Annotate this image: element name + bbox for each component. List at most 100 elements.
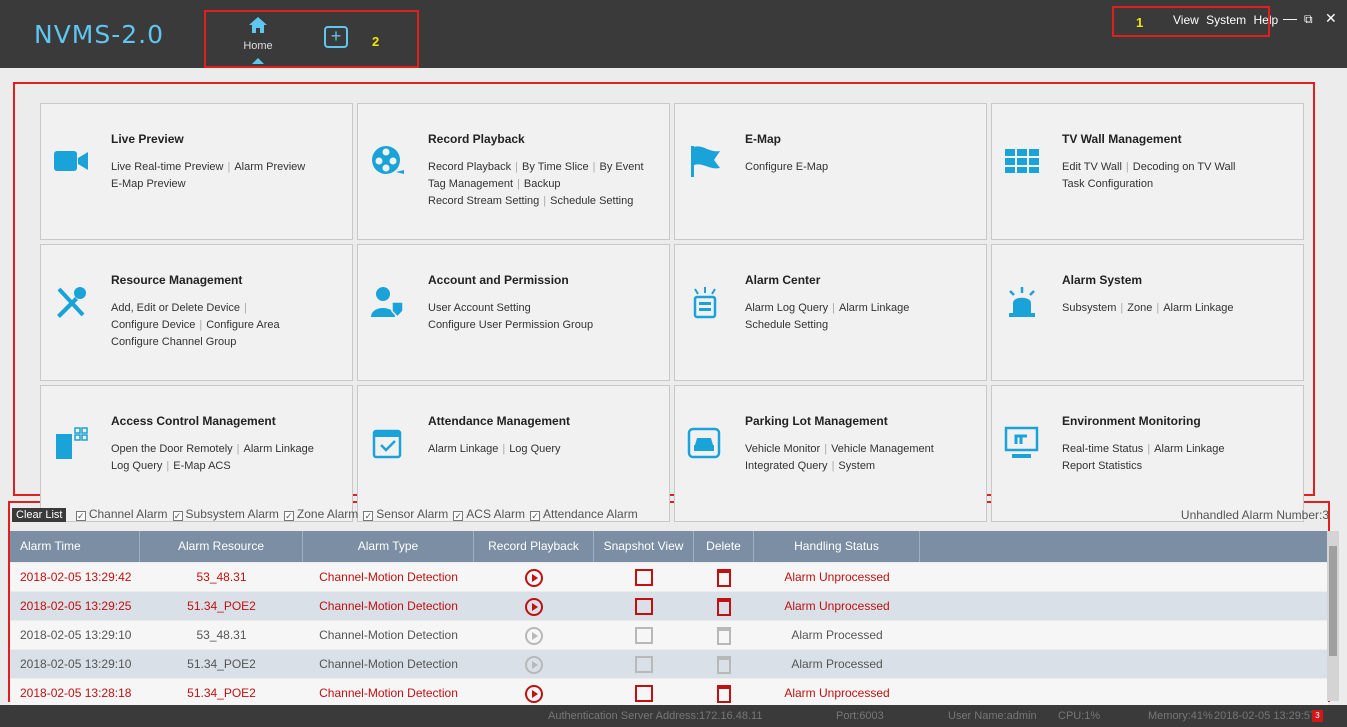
module-link[interactable]: Open the Door Remotely bbox=[111, 443, 233, 455]
module-link[interactable]: E-Map ACS bbox=[173, 460, 230, 472]
trash-icon[interactable] bbox=[717, 597, 731, 616]
module-link[interactable]: Add, Edit or Delete Device bbox=[111, 302, 240, 314]
module-title[interactable]: Alarm Center bbox=[745, 273, 820, 287]
trash-icon[interactable] bbox=[717, 568, 731, 587]
column-header[interactable]: Handling Status bbox=[754, 531, 920, 562]
module-link[interactable]: Schedule Setting bbox=[550, 195, 633, 207]
module-link[interactable]: Log Query bbox=[111, 460, 162, 472]
minimize-icon[interactable]: — bbox=[1283, 10, 1297, 26]
module-link[interactable]: Configure User Permission Group bbox=[428, 319, 593, 331]
trash-icon[interactable] bbox=[717, 655, 731, 674]
close-icon[interactable]: ✕ bbox=[1325, 10, 1337, 27]
module-link[interactable]: By Event bbox=[600, 161, 644, 173]
module-card-live-preview[interactable]: Live Preview Live Real-time Preview | Alarm… bbox=[40, 103, 353, 240]
module-title[interactable]: Environment Monitoring bbox=[1062, 414, 1201, 428]
module-link[interactable]: Tag Management bbox=[428, 178, 513, 190]
snapshot-icon[interactable] bbox=[635, 685, 653, 703]
table-row[interactable]: 2018-02-05 13:28:18 51.34_POE2 Channel-Mot… bbox=[10, 679, 1328, 707]
table-row[interactable]: 2018-02-05 13:29:42 53_48.31 Channel-Motio… bbox=[10, 563, 1328, 591]
menu-view[interactable]: View bbox=[1173, 13, 1199, 27]
module-card-e-map[interactable]: E-Map Configure E-Map bbox=[674, 103, 987, 240]
module-title[interactable]: E-Map bbox=[745, 132, 781, 146]
module-link[interactable]: Vehicle Monitor bbox=[745, 443, 820, 455]
play-icon[interactable] bbox=[525, 684, 543, 703]
table-scrollbar-thumb[interactable] bbox=[1329, 546, 1337, 656]
play-icon[interactable] bbox=[525, 597, 543, 616]
module-title[interactable]: Resource Management bbox=[111, 273, 242, 287]
module-link[interactable]: Record Stream Setting bbox=[428, 195, 539, 207]
module-link[interactable]: Record Playback bbox=[428, 161, 511, 173]
table-row[interactable]: 2018-02-05 13:29:25 51.34_POE2 Channel-Mot… bbox=[10, 592, 1328, 620]
filter-checkbox-zone-alarm[interactable]: ✓ Zone Alarm bbox=[283, 507, 358, 521]
module-title[interactable]: Attendance Management bbox=[428, 414, 570, 428]
module-link[interactable]: E-Map Preview bbox=[111, 178, 186, 190]
module-link[interactable]: Alarm Log Query bbox=[745, 302, 828, 314]
module-link[interactable]: Alarm Linkage bbox=[1163, 302, 1233, 314]
module-link[interactable]: Configure Channel Group bbox=[111, 336, 236, 348]
module-card-environment-monitoring[interactable]: Environment Monitoring Real-time Status | A… bbox=[991, 385, 1304, 522]
column-header[interactable]: Alarm Type bbox=[303, 531, 474, 562]
module-card-alarm-system[interactable]: Alarm System Subsystem | Zone | Alarm Linkage bbox=[991, 244, 1304, 381]
module-title[interactable]: Account and Permission bbox=[428, 273, 569, 287]
tab-home[interactable]: Home bbox=[230, 14, 286, 64]
menu-system[interactable]: System bbox=[1206, 13, 1246, 27]
module-title[interactable]: Alarm System bbox=[1062, 273, 1142, 287]
module-link[interactable]: Report Statistics bbox=[1062, 460, 1142, 472]
play-icon[interactable] bbox=[525, 568, 543, 587]
filter-checkbox-attendance-alarm[interactable]: ✓ Attendance Alarm bbox=[529, 507, 638, 521]
module-link[interactable]: User Account Setting bbox=[428, 302, 531, 314]
snapshot-icon[interactable] bbox=[635, 627, 653, 645]
module-link[interactable]: Live Real-time Preview bbox=[111, 161, 223, 173]
filter-checkbox-acs-alarm[interactable]: ✓ ACS Alarm bbox=[453, 507, 525, 521]
clear-list-button[interactable]: Clear List bbox=[12, 508, 67, 522]
module-title[interactable]: Parking Lot Management bbox=[745, 414, 888, 428]
table-row[interactable]: 2018-02-05 13:29:10 53_48.31 Channel-Motio… bbox=[10, 621, 1328, 649]
module-link[interactable]: Alarm Linkage bbox=[428, 443, 498, 455]
module-card-parking-lot-management[interactable]: Parking Lot Management Vehicle Monitor | Ve… bbox=[674, 385, 987, 522]
module-link[interactable]: Alarm Linkage bbox=[839, 302, 909, 314]
restore-icon[interactable]: ⧉ bbox=[1304, 12, 1313, 27]
module-link[interactable]: Alarm Preview bbox=[234, 161, 305, 173]
module-title[interactable]: TV Wall Management bbox=[1062, 132, 1182, 146]
module-link[interactable]: Backup bbox=[524, 178, 561, 190]
menu-help[interactable]: Help bbox=[1254, 13, 1279, 27]
trash-icon[interactable] bbox=[717, 684, 731, 703]
module-card-account-and-permission[interactable]: Account and Permission User Account Setti… bbox=[357, 244, 670, 381]
module-link[interactable]: Configure Device bbox=[111, 319, 195, 331]
module-link[interactable]: Decoding on TV Wall bbox=[1133, 161, 1236, 173]
column-header[interactable]: Alarm Time bbox=[10, 531, 140, 562]
filter-checkbox-channel-alarm[interactable]: ✓ Channel Alarm bbox=[75, 507, 168, 521]
column-header[interactable]: Snapshot View bbox=[594, 531, 694, 562]
filter-checkbox-subsystem-alarm[interactable]: ✓ Subsystem Alarm bbox=[172, 507, 279, 521]
module-card-resource-management[interactable]: Resource Management Add, Edit or Delete D… bbox=[40, 244, 353, 381]
module-link[interactable]: Edit TV Wall bbox=[1062, 161, 1122, 173]
module-title[interactable]: Record Playback bbox=[428, 132, 525, 146]
trash-icon[interactable] bbox=[717, 626, 731, 645]
column-header[interactable]: Record Playback bbox=[474, 531, 594, 562]
module-link[interactable]: Alarm Linkage bbox=[1154, 443, 1224, 455]
module-link[interactable]: System bbox=[838, 460, 875, 472]
snapshot-icon[interactable] bbox=[635, 569, 653, 587]
play-icon[interactable] bbox=[525, 655, 543, 674]
column-header[interactable]: Delete bbox=[694, 531, 754, 562]
add-tab-button[interactable]: + bbox=[324, 26, 348, 48]
play-icon[interactable] bbox=[525, 626, 543, 645]
module-link[interactable]: By Time Slice bbox=[522, 161, 589, 173]
module-link[interactable]: Log Query bbox=[509, 443, 560, 455]
module-link[interactable]: Integrated Query bbox=[745, 460, 828, 472]
module-link[interactable]: Task Configuration bbox=[1062, 178, 1153, 190]
module-title[interactable]: Access Control Management bbox=[111, 414, 276, 428]
module-link[interactable]: Configure E-Map bbox=[745, 161, 828, 173]
module-link[interactable]: Real-time Status bbox=[1062, 443, 1143, 455]
table-row[interactable]: 2018-02-05 13:29:10 51.34_POE2 Channel-Mot… bbox=[10, 650, 1328, 678]
snapshot-icon[interactable] bbox=[635, 656, 653, 674]
snapshot-icon[interactable] bbox=[635, 598, 653, 616]
module-card-tv-wall-management[interactable]: TV Wall Management Edit TV Wall | Decoding … bbox=[991, 103, 1304, 240]
module-link[interactable]: Zone bbox=[1127, 302, 1152, 314]
module-card-attendance-management[interactable]: Attendance Management Alarm Linkage | Log Q… bbox=[357, 385, 670, 522]
module-card-access-control-management[interactable]: Access Control Management Open the Door R… bbox=[40, 385, 353, 522]
module-card-record-playback[interactable]: Record Playback Record Playback | By Time S… bbox=[357, 103, 670, 240]
module-link[interactable]: Configure Area bbox=[206, 319, 279, 331]
alarm-badge[interactable]: 3 bbox=[1312, 710, 1323, 722]
module-link[interactable]: Alarm Linkage bbox=[244, 443, 314, 455]
